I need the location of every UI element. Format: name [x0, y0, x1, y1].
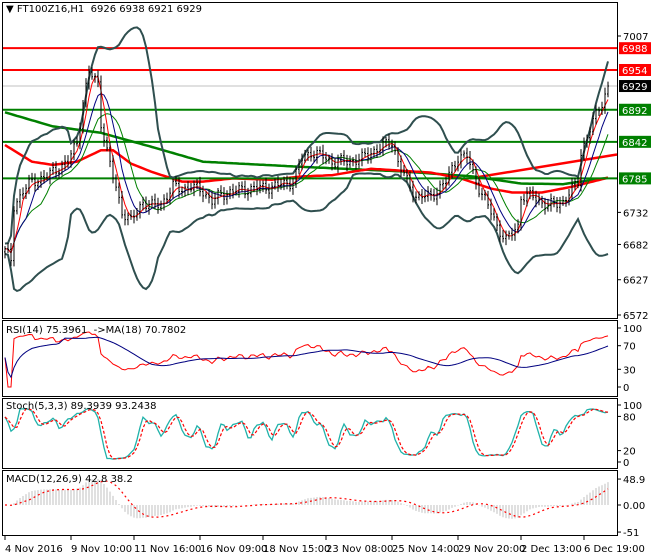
- level-label-6954: 6954: [622, 66, 647, 77]
- macd-label: MACD(12,26,9) 42.8 38.2: [6, 474, 133, 485]
- stoch-y-tick-label: 20: [623, 447, 636, 458]
- rsi-label: RSI(14) 75.3961 ->MA(18) 70.7802: [6, 325, 187, 336]
- y-tick-label: 6682: [623, 240, 648, 251]
- level-label-6892: 6892: [622, 106, 647, 117]
- stoch-y-tick-label: 80: [623, 412, 636, 423]
- stoch-y-tick-label: 0: [623, 458, 629, 469]
- triangle-down-icon[interactable]: ▼: [6, 4, 14, 15]
- macd-y-tick-label: -51: [623, 528, 639, 539]
- x-tick-label: 29 Nov 20:00: [458, 544, 525, 555]
- x-tick-label: 16 Nov 09:00: [200, 544, 267, 555]
- rsi-y-tick-label: 30: [623, 365, 636, 376]
- x-tick-label: 23 Nov 08:00: [326, 544, 393, 555]
- x-tick-label: 2 Dec 13:00: [521, 544, 582, 555]
- rsi-y-tick-label: 0: [623, 383, 629, 394]
- rsi-y-tick-label: 100: [623, 324, 642, 335]
- stoch-y-tick-label: 100: [623, 401, 642, 412]
- level-label-6785: 6785: [622, 174, 647, 185]
- y-tick-label: 6627: [623, 276, 648, 287]
- x-tick-label: 6 Dec 19:00: [584, 544, 645, 555]
- current-price-label: 6929: [622, 82, 647, 93]
- stoch-label: Stoch(5,3,3) 89.3939 93.2438: [6, 401, 157, 412]
- level-label-6842: 6842: [622, 138, 647, 149]
- y-tick-label: 7007: [623, 32, 648, 43]
- x-tick-label: 9 Nov 10:00: [71, 544, 132, 555]
- x-tick-label: 25 Nov 14:00: [392, 544, 459, 555]
- x-tick-label: 11 Nov 16:00: [134, 544, 201, 555]
- y-tick-label: 6572: [623, 311, 648, 322]
- symbol-label: FT100Z16,H1: [16, 4, 85, 15]
- x-tick-label: 4 Nov 2016: [5, 544, 63, 555]
- panel-main-frame: [2, 2, 618, 319]
- macd-y-tick-label: 0.00: [623, 501, 645, 512]
- level-label-6988: 6988: [622, 44, 647, 55]
- ohlc-readout: 6926 6938 6921 6929: [90, 4, 203, 15]
- x-tick-label: 18 Nov 15:00: [263, 544, 330, 555]
- y-tick-label: 6732: [623, 208, 648, 219]
- rsi-y-tick-label: 70: [623, 342, 636, 353]
- chart-header: ▼ FT100Z16,H1 6926 6938 6921 6929: [6, 4, 205, 15]
- macd-y-tick-label: 48.9: [623, 475, 645, 486]
